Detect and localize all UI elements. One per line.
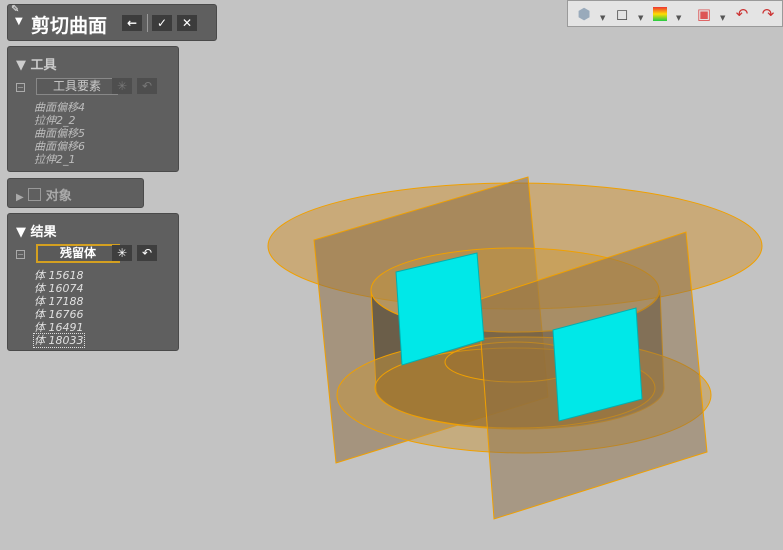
3d-viewport[interactable] [0, 0, 783, 550]
